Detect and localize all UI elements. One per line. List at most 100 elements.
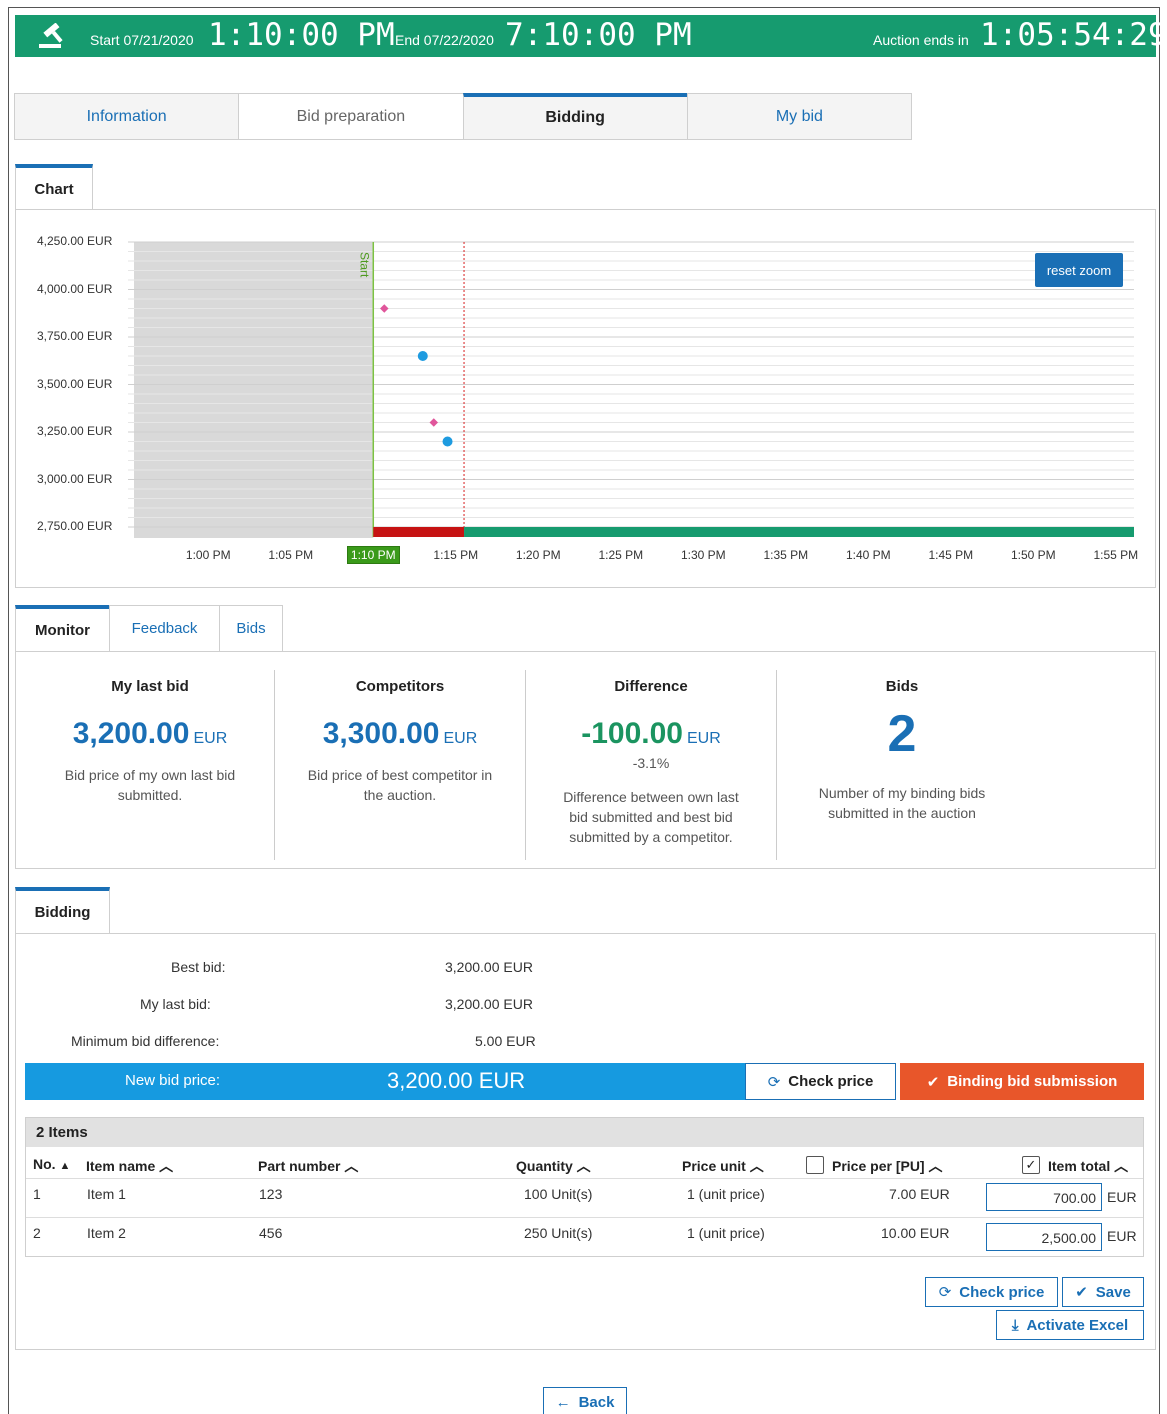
start-time-badge: 1:10 PM: [346, 546, 400, 564]
tab-chart[interactable]: Chart: [15, 164, 93, 210]
x-tick-label: 1:20 PM: [515, 548, 561, 562]
countdown-value: 1:05:54:29: [980, 17, 1167, 53]
x-tick-label: 1:10 PM: [343, 546, 403, 564]
col-part-number[interactable]: Part number ︿: [258, 1156, 358, 1176]
row2-price-unit: 1 (unit price): [687, 1225, 765, 1241]
competitors-value: 3,300.00: [322, 717, 440, 750]
currency: EUR: [443, 730, 478, 747]
y-tick-label: 2,750.00 EUR: [37, 519, 113, 533]
chevron-up-icon: ︿: [344, 1158, 359, 1174]
row2-no: 2: [33, 1225, 41, 1241]
row2-price-per-pu: 10.00 EUR: [881, 1225, 950, 1241]
col-price-per-pu[interactable]: Price per [PU] ︿: [806, 1156, 942, 1176]
chevron-up-icon: ︿: [928, 1158, 943, 1174]
competitors-card: Competitors 3,300.00 EUR Bid price of bes…: [275, 670, 525, 860]
items-caption: 2 Items: [26, 1118, 1143, 1147]
activate-excel-button[interactable]: ⤓ Activate Excel: [996, 1310, 1144, 1340]
difference-value: -100.00: [581, 717, 683, 750]
save-button[interactable]: ✔ Save: [1062, 1277, 1144, 1307]
tab-bids[interactable]: Bids: [219, 605, 283, 651]
x-tick-label: 1:15 PM: [433, 548, 479, 562]
card-title: Difference: [614, 678, 688, 695]
my-last-bid-value: 3,200.00: [72, 717, 190, 750]
col-no[interactable]: No. ▲: [33, 1156, 70, 1172]
x-tick-label: 1:40 PM: [845, 548, 891, 562]
x-tick-label: 1:00 PM: [185, 548, 231, 562]
check-price-bottom-button[interactable]: ⟳ Check price: [925, 1277, 1058, 1307]
tab-my-bid[interactable]: My bid: [686, 93, 912, 140]
x-tick-label: 1:30 PM: [680, 548, 726, 562]
x-tick-label: 1:05 PM: [268, 548, 314, 562]
row1-price-per-pu: 7.00 EUR: [889, 1186, 950, 1202]
refresh-icon: ⟳: [938, 1284, 952, 1301]
start-label: Start 07/21/2020: [90, 32, 194, 48]
chevron-up-icon: ︿: [749, 1158, 764, 1174]
row1-no: 1: [33, 1186, 41, 1202]
col-item-total[interactable]: ✓ Item total ︿: [1022, 1156, 1128, 1176]
currency: EUR: [193, 730, 228, 747]
items-table: 2 Items No. ▲ Item name ︿ Part number ︿ …: [25, 1117, 1144, 1257]
row2-item-name: Item 2: [87, 1225, 126, 1241]
bids-count-card: Bids 2 Number of my binding bids submitt…: [777, 670, 1027, 860]
x-tick-label: 1:25 PM: [598, 548, 644, 562]
checkbox-item-total[interactable]: ✓: [1022, 1156, 1040, 1175]
tab-bidding[interactable]: Bidding: [462, 93, 688, 140]
y-tick-label: 4,000.00 EUR: [37, 281, 113, 296]
countdown-label: Auction ends in: [873, 32, 969, 48]
x-tick-label: 1:35 PM: [763, 548, 809, 562]
y-tick-label: 4,250.00 EUR: [37, 234, 113, 248]
back-button[interactable]: ← Back: [543, 1387, 627, 1414]
checkmark-icon: ✔: [926, 1073, 940, 1091]
row1-currency: EUR: [1107, 1189, 1137, 1205]
tab-bidding-section[interactable]: Bidding: [15, 887, 110, 933]
col-price-unit[interactable]: Price unit ︿: [682, 1156, 764, 1176]
row1-item-total-input[interactable]: 700.00: [986, 1183, 1102, 1211]
min-bid-difference-label: Minimum bid difference:: [71, 1033, 220, 1049]
chevron-up-icon: ︿: [576, 1158, 591, 1174]
start-time: 1:10:00 PM: [208, 17, 395, 53]
row2-part-number: 456: [259, 1225, 283, 1241]
new-bid-label: New bid price:: [125, 1072, 221, 1089]
my-last-bid-label: My last bid:: [140, 996, 211, 1012]
card-title: My last bid: [111, 678, 189, 695]
card-title: Bids: [885, 678, 919, 695]
col-quantity[interactable]: Quantity ︿: [516, 1156, 591, 1176]
checkmark-icon: ✔: [1075, 1284, 1088, 1301]
y-tick-label: 3,250.00 EUR: [37, 424, 113, 438]
chevron-up-icon: ︿: [1114, 1158, 1129, 1174]
reset-zoom-button[interactable]: reset zoom: [1035, 253, 1123, 287]
y-tick-label: 3,000.00 EUR: [37, 471, 113, 486]
main-tabs: Information Bid preparation Bidding My b…: [14, 93, 912, 140]
tab-bid-preparation[interactable]: Bid preparation: [238, 93, 464, 140]
new-bid-price-input[interactable]: 3,200.00 EUR: [387, 1068, 525, 1094]
chevron-up-icon: ︿: [159, 1158, 174, 1174]
tab-monitor[interactable]: Monitor: [15, 605, 110, 651]
row1-price-unit: 1 (unit price): [687, 1186, 765, 1202]
tab-information[interactable]: Information: [14, 93, 240, 140]
min-bid-difference-value: 5.00 EUR: [475, 1033, 536, 1049]
card-description: Number of my binding bids submitted in t…: [818, 785, 986, 821]
x-tick-label: 1:45 PM: [928, 548, 974, 562]
x-tick-label: 1:50 PM: [1010, 548, 1056, 562]
best-bid-value: 3,200.00 EUR: [445, 959, 533, 975]
my-last-bid-value: 3,200.00 EUR: [445, 996, 533, 1012]
difference-card: Difference -100.00 EUR -3.1% Difference b…: [526, 670, 776, 860]
row2-quantity: 250 Unit(s): [524, 1225, 593, 1241]
end-time: 7:10:00 PM: [505, 17, 692, 53]
sort-asc-icon: ▲: [59, 1160, 71, 1172]
tab-feedback[interactable]: Feedback: [109, 605, 220, 651]
chart-panel: [15, 209, 1156, 588]
row2-currency: EUR: [1107, 1228, 1137, 1244]
card-description: Difference between own last bid submitte…: [563, 789, 739, 845]
check-price-button[interactable]: ⟳ Check price: [745, 1063, 896, 1100]
row1-quantity: 100 Unit(s): [524, 1186, 593, 1202]
col-item-name[interactable]: Item name ︿: [86, 1156, 173, 1176]
binding-bid-submission-button[interactable]: ✔ Binding bid submission: [900, 1063, 1144, 1100]
bids-count-value: 2: [887, 705, 917, 763]
x-tick-label: 1:55 PM: [1093, 548, 1139, 562]
row2-item-total-input[interactable]: 2,500.00: [986, 1223, 1102, 1251]
currency: EUR: [686, 730, 721, 747]
end-label: End 07/22/2020: [395, 32, 494, 48]
card-description: Bid price of best competitor in the auct…: [307, 767, 493, 803]
checkbox-price-per-pu[interactable]: [806, 1156, 824, 1175]
